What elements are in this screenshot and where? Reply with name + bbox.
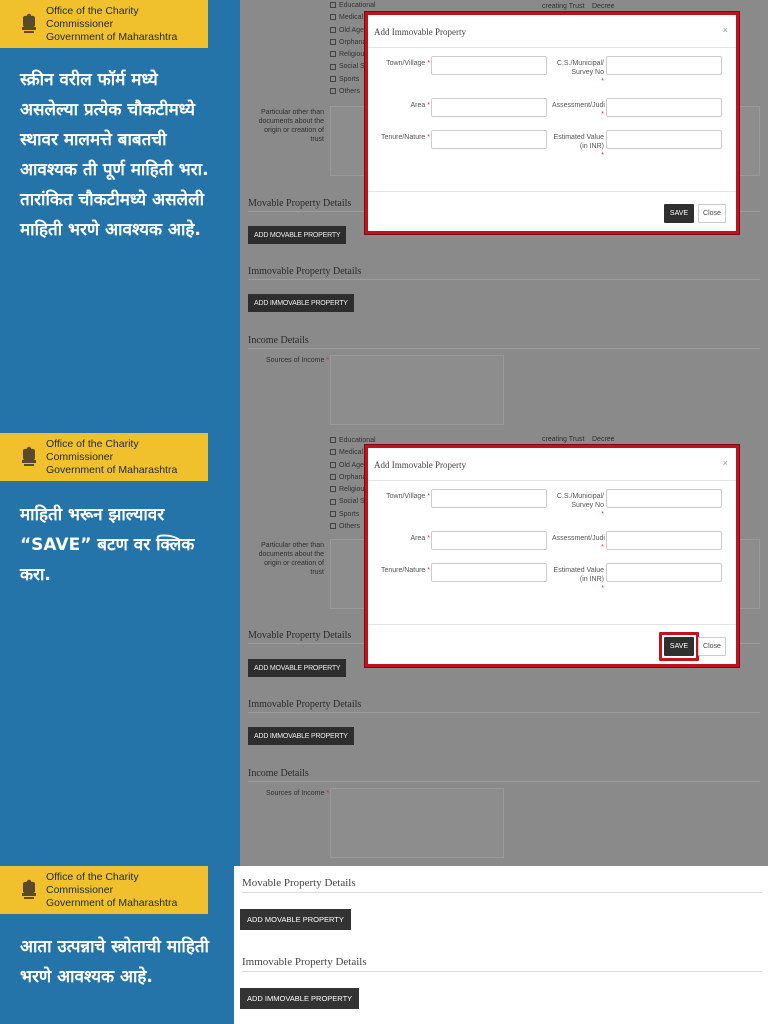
screenshot-modal-open: Educational Medical Old Age Orphanage Re… [240, 0, 768, 433]
checkbox-icon [330, 523, 336, 530]
org-name-line2: Government of Maharashtra [46, 463, 178, 476]
estimated-label: Estimated Value (in INR) * [553, 134, 604, 159]
sources-label: Sources of Income * [266, 357, 330, 364]
add-immovable-button[interactable]: ADD IMMOVABLE PROPERTY [248, 294, 354, 312]
sources-textarea[interactable] [330, 355, 504, 425]
cs-input[interactable] [606, 56, 722, 75]
instruction-panel-2 [0, 433, 240, 866]
close-icon[interactable]: × [723, 458, 728, 468]
immovable-section-title: Immovable Property Details [248, 266, 760, 280]
checkbox-icon [330, 39, 336, 46]
instruction-text-required: तारांकित चौकटीमध्ये असलेली माहिती भरणे आ… [20, 190, 205, 240]
income-section-title: Income Details [248, 768, 760, 782]
checkbox-icon [330, 474, 336, 481]
town-input[interactable] [431, 56, 547, 75]
checkbox-icon [330, 449, 336, 456]
add-immovable-button[interactable]: ADD IMMOVABLE PROPERTY [240, 988, 360, 1009]
decree-option[interactable]: Decree [592, 3, 615, 10]
estimated-input[interactable] [606, 563, 722, 582]
area-input[interactable] [431, 98, 547, 117]
org-name-line2: Government of Maharashtra [46, 30, 178, 43]
checkbox-icon [330, 51, 336, 58]
particular-label: Particular other than documents about th… [258, 109, 324, 143]
creating-trust-label: creating Trust [542, 3, 585, 10]
org-name-line1: Office of the Charity Commissioner [46, 437, 139, 463]
tenure-label: Tenure/Nature * [380, 134, 430, 141]
sources-textarea[interactable] [330, 788, 504, 858]
instruction-text: माहिती भरून झाल्यावर “SAVE” बटण वर क्लिक… [20, 505, 195, 585]
org-name-line1: Office of the Charity Commissioner [46, 870, 139, 896]
immovable-section-title: Immovable Property Details [248, 699, 760, 713]
movable-section-title: Movable Property Details [242, 877, 762, 893]
instruction-step-3: आता उत्पन्नाचे स्त्रोताची माहिती भरणे आव… [20, 932, 220, 992]
instruction-step-1: स्क्रीन वरील फॉर्म मध्ये असलेल्या प्रत्य… [20, 65, 220, 245]
particular-label: Particular other than documents about th… [258, 542, 324, 576]
assessment-input[interactable] [606, 531, 722, 550]
org-logo-banner: Office of the Charity Commissioner Gover… [0, 866, 208, 914]
instruction-text: स्क्रीन वरील फॉर्म मध्ये असलेल्या प्रत्य… [20, 70, 209, 180]
tenure-input[interactable] [431, 130, 547, 149]
checkbox-icon [330, 486, 336, 493]
tenure-label: Tenure/Nature * [380, 567, 430, 574]
save-button[interactable]: SAVE [664, 637, 694, 656]
checkbox-icon [330, 26, 336, 33]
org-logo-banner: Office of the Charity Commissioner Gover… [0, 433, 208, 481]
creating-trust-label: creating Trust [542, 436, 585, 443]
screenshot-form-details: Movable Property Details ADD MOVABLE PRO… [234, 866, 768, 1024]
checkbox-icon [330, 75, 336, 82]
checkbox-icon [330, 14, 336, 21]
assessment-label: Assessment/Judi * [552, 535, 605, 551]
town-label: Town/Village * [386, 493, 430, 500]
estimated-input[interactable] [606, 130, 722, 149]
area-label: Area * [410, 535, 430, 542]
save-button[interactable]: SAVE [664, 204, 694, 223]
checkbox-icon [330, 437, 336, 444]
modal-title: Add Immovable Property [374, 27, 466, 37]
instruction-text: आता उत्पन्नाचे स्त्रोताची माहिती भरणे आव… [20, 937, 209, 987]
checkbox-icon [330, 510, 336, 517]
town-label: Town/Village * [386, 60, 430, 67]
add-movable-button[interactable]: ADD MOVABLE PROPERTY [248, 659, 347, 677]
town-input[interactable] [431, 489, 547, 508]
income-section-title: Income Details [248, 335, 760, 349]
screenshot-save-highlight: Educational Medical Old Age Orphanage Re… [240, 433, 768, 866]
instruction-step-2: माहिती भरून झाल्यावर “SAVE” बटण वर क्लिक… [20, 500, 220, 590]
org-logo-banner: Office of the Charity Commissioner Gover… [0, 0, 208, 48]
org-name-line1: Office of the Charity Commissioner [46, 4, 139, 30]
decree-option[interactable]: Decree [592, 436, 615, 443]
assessment-input[interactable] [606, 98, 722, 117]
area-input[interactable] [431, 531, 547, 550]
add-immovable-modal: Add Immovable Property × Town/Village * … [365, 12, 739, 234]
close-icon[interactable]: × [723, 25, 728, 35]
cs-label: C.S./Municipal/ Survey No * [556, 493, 604, 518]
add-movable-button[interactable]: ADD MOVABLE PROPERTY [248, 226, 347, 244]
state-emblem-icon [22, 446, 36, 466]
org-name-line2: Government of Maharashtra [46, 896, 178, 909]
tenure-input[interactable] [431, 563, 547, 582]
checkbox-icon [330, 63, 336, 70]
immovable-section-title: Immovable Property Details [242, 956, 762, 972]
modal-title: Add Immovable Property [374, 460, 466, 470]
add-immovable-modal: Add Immovable Property × Town/Village * … [365, 445, 739, 667]
cs-input[interactable] [606, 489, 722, 508]
state-emblem-icon [22, 13, 36, 33]
area-label: Area * [410, 102, 430, 109]
cs-label: C.S./Municipal/ Survey No * [556, 60, 604, 85]
close-button[interactable]: Close [698, 637, 726, 656]
estimated-label: Estimated Value (in INR) * [553, 567, 604, 592]
checkbox-icon [330, 461, 336, 468]
checkbox-icon [330, 2, 336, 9]
add-immovable-button[interactable]: ADD IMMOVABLE PROPERTY [248, 727, 354, 745]
close-button[interactable]: Close [698, 204, 726, 223]
add-movable-button[interactable]: ADD MOVABLE PROPERTY [240, 909, 351, 930]
sources-label: Sources of Income * [266, 790, 330, 797]
checkbox-icon [330, 498, 336, 505]
checkbox-icon [330, 88, 336, 95]
state-emblem-icon [22, 879, 36, 899]
assessment-label: Assessment/Judi * [552, 102, 605, 118]
